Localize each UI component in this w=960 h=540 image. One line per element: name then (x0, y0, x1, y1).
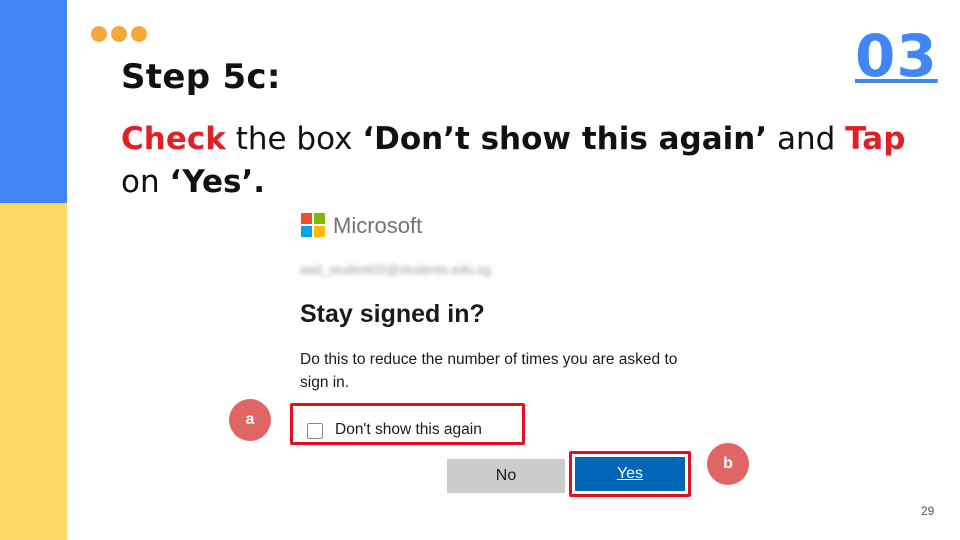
instruction-mid: the box (225, 121, 363, 157)
tap-word: Tap (845, 121, 906, 157)
yes-button[interactable]: Yes (575, 457, 685, 491)
side-bar-yellow (0, 203, 67, 540)
instruction-and: and (767, 121, 846, 157)
dont-show-again-highlight[interactable]: Don't show this again (290, 403, 525, 445)
microsoft-logo-icon (301, 213, 325, 237)
slide-section-number: 03 (855, 22, 938, 90)
page-number: 29 (921, 504, 935, 518)
callout-badge-a: a (229, 399, 271, 441)
instruction-on: on (121, 164, 170, 200)
check-word: Check (121, 121, 226, 157)
dont-show-again-label[interactable]: Don't show this again (335, 421, 482, 439)
no-button[interactable]: No (447, 459, 565, 493)
yes-name: ‘Yes’. (169, 164, 266, 200)
instruction-text: Check the box ‘Don’t show this again’ an… (121, 118, 941, 204)
dialog-heading: Stay signed in? (300, 300, 485, 328)
callout-badge-b: b (707, 443, 749, 485)
dot-2 (111, 26, 127, 42)
box-name: ‘Don’t show this again’ (362, 121, 768, 157)
microsoft-brand-text: Microsoft (333, 213, 423, 238)
slide-title: Step 5c: (121, 57, 281, 97)
yes-button-highlight: Yes (569, 451, 691, 497)
account-email: aad_student02@students.edu.sg (300, 262, 492, 277)
dialog-description: Do this to reduce the number of times yo… (300, 351, 678, 391)
checkbox-icon[interactable] (307, 423, 323, 439)
side-bar-blue (0, 0, 67, 203)
dot-3 (131, 26, 147, 42)
dot-1 (91, 26, 107, 42)
